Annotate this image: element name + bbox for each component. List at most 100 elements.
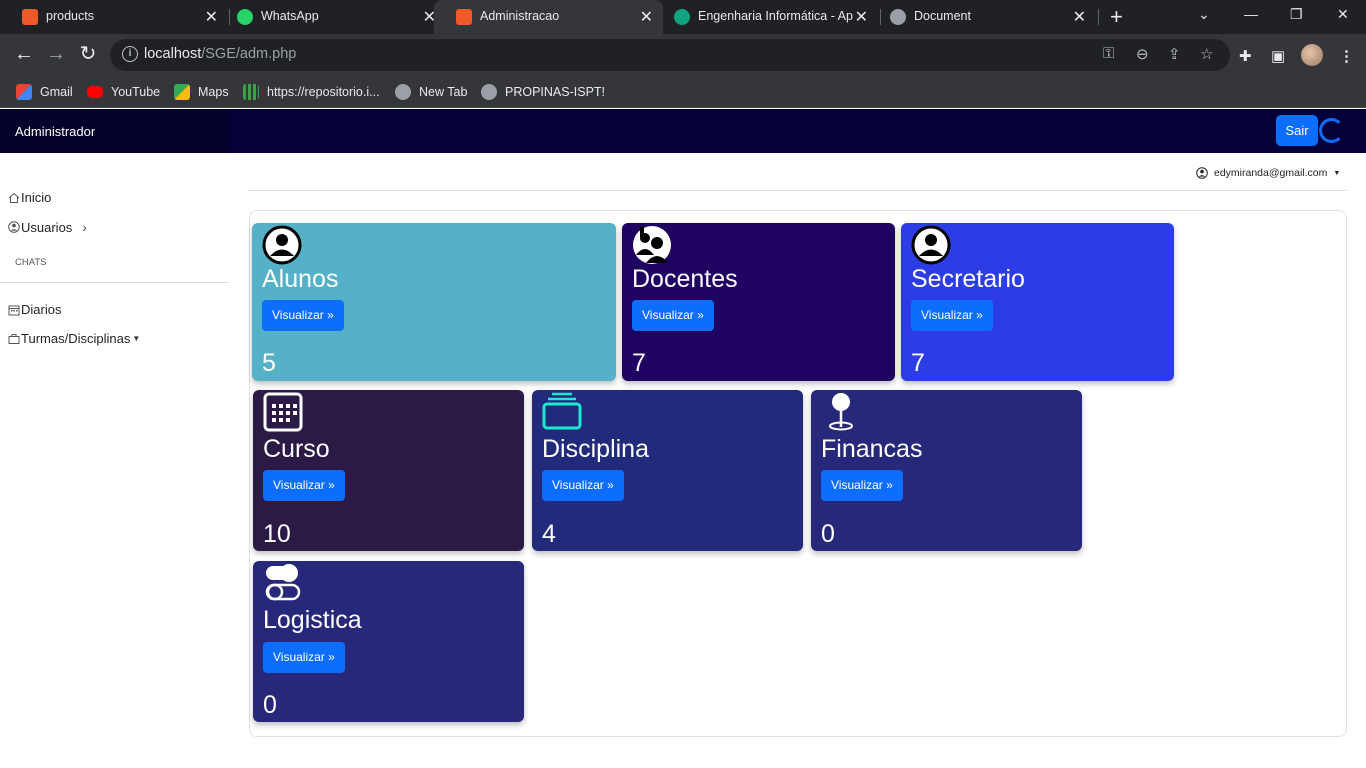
bookmark-label: https://repositorio.i... (267, 85, 380, 99)
card-count: 5 (262, 349, 276, 377)
chevron-right-icon: › (82, 219, 87, 235)
tab-title: Administracao (480, 9, 560, 23)
person-circle-icon (911, 225, 951, 265)
sidebar: Inicio Usuarios › CHATS Diarios Turmas/D… (0, 153, 229, 768)
app-navbar: Administrador Sair (0, 109, 1366, 153)
card-alunos: Alunos Visualizar » 5 (252, 223, 616, 381)
extensions-puzzle-icon[interactable]: ✚ (1239, 47, 1252, 65)
sidebar-item-usuarios[interactable]: Usuarios › (8, 219, 87, 235)
card-title: Alunos (262, 265, 339, 293)
browser-menu-icon[interactable]: ⋮ (1339, 47, 1354, 65)
address-bar[interactable]: i localhost/SGE/adm.php ⚿ ⊖ ⇪ ☆ (110, 39, 1230, 71)
tab-title: Document (914, 9, 971, 23)
browser-tab-document[interactable]: Document ✕ (868, 0, 1096, 34)
bookmark-star-icon[interactable]: ☆ (1200, 45, 1213, 63)
visualizar-button[interactable]: Visualizar » (821, 470, 903, 501)
sidebar-item-turmas-disciplinas[interactable]: Turmas/Disciplinas ▼ (8, 331, 140, 346)
card-title: Financas (821, 435, 923, 463)
sidebar-item-diarios[interactable]: Diarios (8, 302, 61, 317)
browser-tab-bar: products ✕ WhatsApp ✕ Administracao ✕ En… (0, 0, 1366, 34)
card-title: Curso (263, 435, 330, 463)
user-circle-icon (1196, 167, 1208, 179)
briefcase-icon (8, 333, 20, 344)
person-circle-icon (262, 225, 302, 265)
repo-icon (243, 84, 259, 100)
youtube-icon (87, 86, 103, 98)
profile-avatar[interactable] (1301, 44, 1323, 66)
sidebar-item-label: Usuarios (21, 219, 73, 235)
card-secretario: Secretario Visualizar » 7 (901, 223, 1174, 381)
close-tab-icon[interactable]: ✕ (855, 7, 868, 27)
new-tab-plus-icon[interactable]: + (1110, 4, 1123, 30)
bookmark-repositorio[interactable]: https://repositorio.i... (243, 82, 380, 102)
reload-icon[interactable]: ↻ (76, 42, 100, 66)
caret-down-icon: ▼ (132, 334, 141, 343)
visualizar-button[interactable]: Visualizar » (632, 300, 714, 331)
user-dropdown[interactable]: edymiranda@gmail.com ▼ (1196, 167, 1340, 179)
bookmark-maps[interactable]: Maps (174, 82, 229, 102)
bookmarks-bar: Gmail YouTube Maps https://repositorio.i… (0, 76, 1366, 108)
globe-icon (481, 84, 497, 100)
whatsapp-favicon-icon (237, 9, 253, 25)
user-circle-icon (8, 221, 20, 233)
visualizar-button[interactable]: Visualizar » (911, 300, 993, 331)
sidebar-item-inicio[interactable]: Inicio (8, 190, 51, 205)
card-count: 0 (821, 520, 835, 548)
side-panel-icon[interactable]: ▣ (1271, 47, 1285, 65)
bookmark-new-tab[interactable]: New Tab (395, 82, 467, 102)
sidebar-heading-chats: CHATS (15, 257, 47, 268)
calendar-grid-icon (263, 392, 303, 432)
back-arrow-icon[interactable]: ← (12, 42, 36, 66)
globe-favicon-icon (890, 9, 906, 25)
collection-icon (542, 392, 582, 430)
site-info-icon[interactable]: i (122, 46, 138, 62)
forward-arrow-icon[interactable]: → (44, 42, 68, 66)
sidebar-divider (0, 282, 229, 283)
card-disciplina: Disciplina Visualizar » 4 (532, 390, 803, 551)
visualizar-button[interactable]: Visualizar » (263, 642, 345, 673)
logout-button[interactable]: Sair (1276, 115, 1318, 146)
minimize-window-icon[interactable]: — (1244, 6, 1258, 22)
card-title: Logistica (263, 606, 362, 634)
visualizar-button[interactable]: Visualizar » (262, 300, 344, 331)
browser-tab-engenharia[interactable]: Engenharia Informática - Apa ✕ (652, 0, 878, 34)
openai-favicon-icon (674, 9, 690, 25)
user-email: edymiranda@gmail.com (1214, 167, 1328, 179)
close-tab-icon[interactable]: ✕ (640, 7, 653, 27)
zoom-icon[interactable]: ⊖ (1136, 45, 1149, 63)
browser-toolbar: ← → ↻ i localhost/SGE/adm.php ⚿ ⊖ ⇪ ☆ ✚ … (0, 34, 1366, 76)
xampp-favicon-icon (456, 9, 472, 25)
maps-icon (174, 84, 190, 100)
tab-title: Engenharia Informática - Apa (698, 9, 853, 23)
card-title: Docentes (632, 265, 738, 293)
visualizar-button[interactable]: Visualizar » (542, 470, 624, 501)
browser-tab-whatsapp[interactable]: WhatsApp ✕ (215, 0, 446, 34)
close-window-icon[interactable]: ✕ (1337, 6, 1349, 23)
sidebar-item-label: Turmas/Disciplinas (21, 331, 131, 346)
share-icon[interactable]: ⇪ (1168, 45, 1181, 63)
home-icon (8, 192, 20, 203)
xampp-favicon-icon (22, 9, 38, 25)
close-tab-icon[interactable]: ✕ (1073, 7, 1086, 27)
bookmark-label: Maps (198, 85, 229, 99)
card-title: Secretario (911, 265, 1025, 293)
browser-tab-products[interactable]: products ✕ (0, 0, 228, 34)
bookmark-label: New Tab (419, 85, 468, 99)
key-icon[interactable]: ⚿ (1103, 45, 1114, 62)
restore-window-icon[interactable]: ❐ (1290, 6, 1303, 23)
bookmark-youtube[interactable]: YouTube (87, 82, 160, 102)
card-financas: Financas Visualizar » 0 (811, 390, 1082, 551)
brand-title[interactable]: Administrador (0, 109, 229, 153)
card-logistica: Logistica Visualizar » 0 (253, 561, 524, 722)
bookmark-propinas[interactable]: PROPINAS-ISPT! (481, 82, 605, 102)
card-count: 0 (263, 691, 277, 719)
card-docentes: Docentes Visualizar » 7 (622, 223, 895, 381)
browser-tab-administracao[interactable]: Administracao ✕ (434, 0, 663, 34)
visualizar-button[interactable]: Visualizar » (263, 470, 345, 501)
bookmark-gmail[interactable]: Gmail (16, 82, 73, 102)
people-icon (633, 226, 671, 264)
card-count: 7 (911, 349, 925, 377)
tab-search-chevron-icon[interactable]: ⌄ (1198, 6, 1210, 23)
tab-title: WhatsApp (261, 9, 319, 23)
content-divider (248, 190, 1347, 191)
